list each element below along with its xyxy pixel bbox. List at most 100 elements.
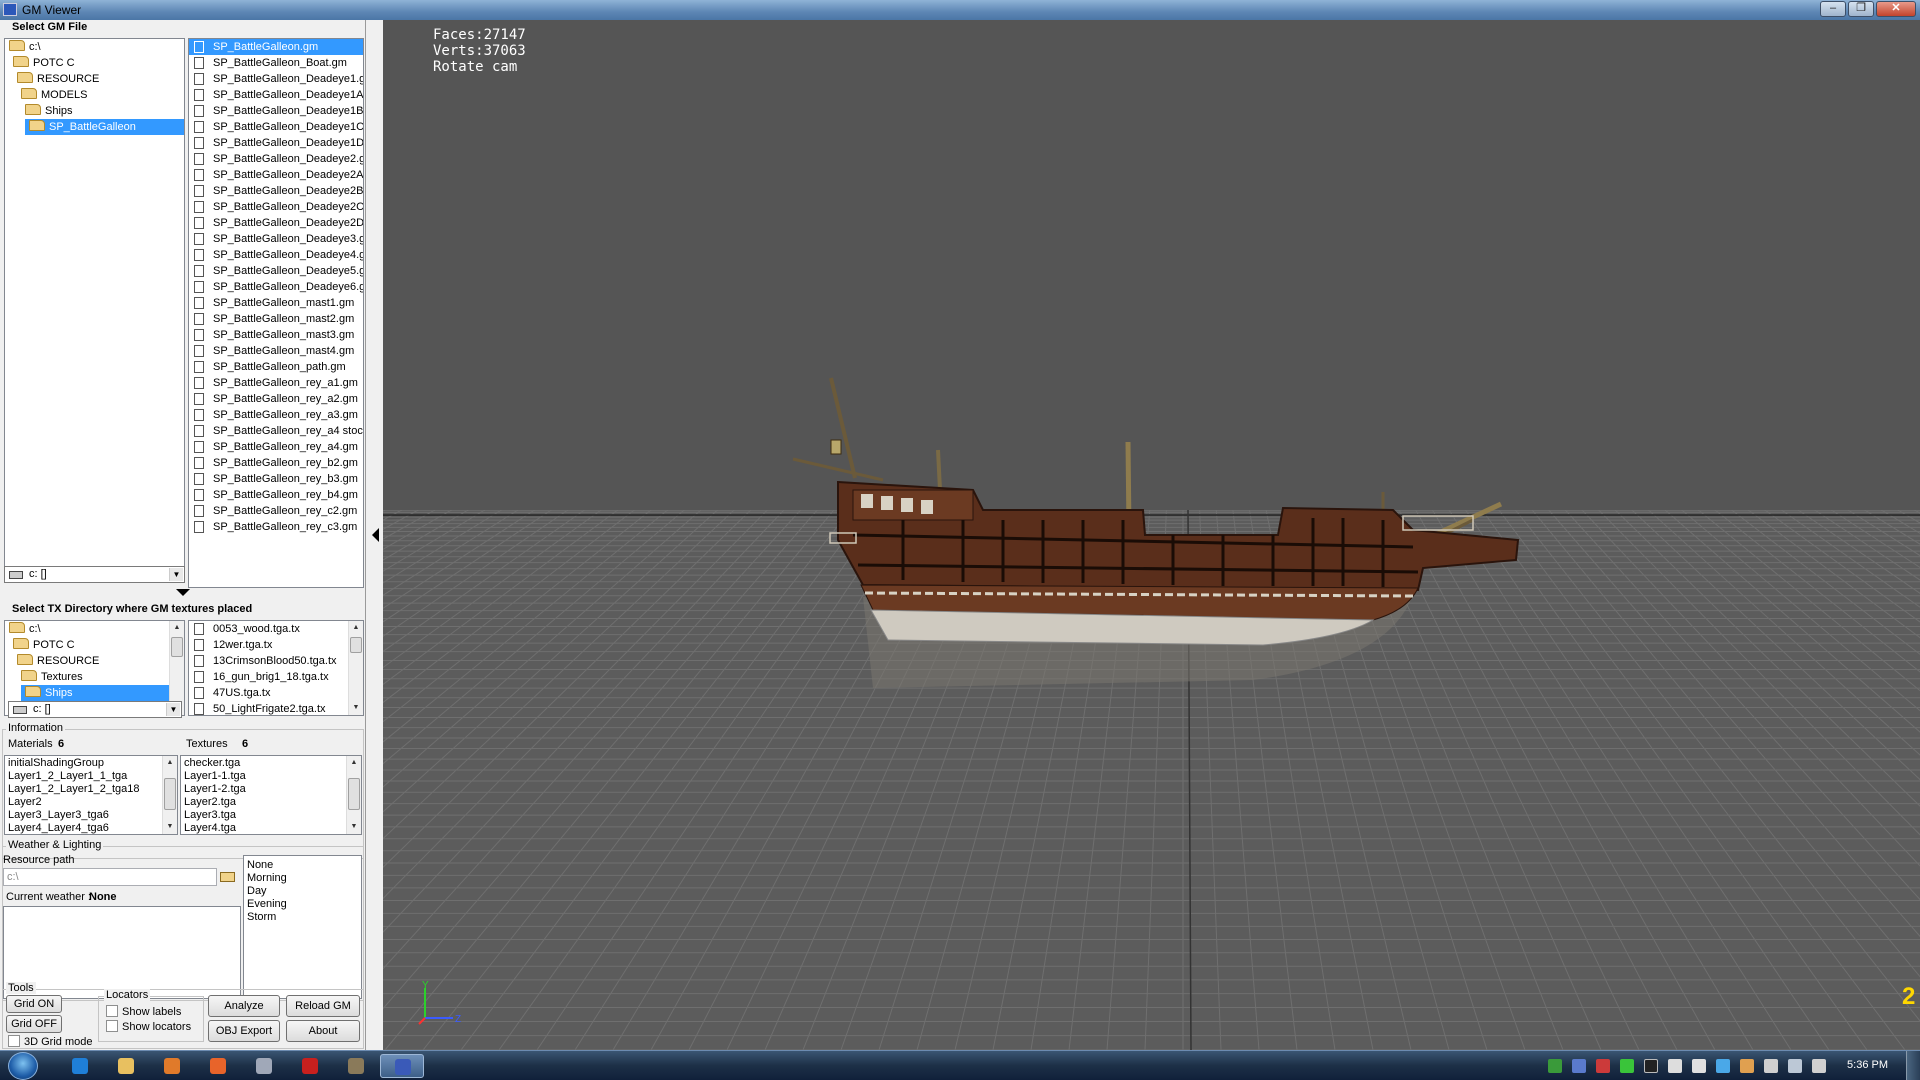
file-list-item[interactable]: 13CrimsonBlood50.tga.tx <box>189 653 348 669</box>
file-list-item[interactable]: SP_BattleGalleon_rey_a4.gm <box>189 439 363 455</box>
file-list-item[interactable]: SP_BattleGalleon_Deadeye1.gr <box>189 71 363 87</box>
file-list-item[interactable]: SP_BattleGalleon_Deadeye2C.g <box>189 199 363 215</box>
texture-item[interactable]: checker.tga <box>181 757 346 770</box>
weather-options-list[interactable]: None Morning Day Evening Storm <box>243 855 362 999</box>
texture-item[interactable]: Layer4.tga <box>181 822 346 834</box>
volume-icon[interactable] <box>1812 1059 1826 1073</box>
folder-tree-item[interactable]: RESOURCE <box>13 653 169 669</box>
file-list-item[interactable]: 0053_wood.tga.tx <box>189 621 348 637</box>
materials-scrollbar[interactable]: ▲ ▼ <box>162 756 177 834</box>
clock[interactable]: 5:36 PM <box>1847 1059 1888 1071</box>
file-list-item[interactable]: SP_BattleGalleon_Deadeye1D.g <box>189 135 363 151</box>
taskbar-app-button[interactable] <box>104 1054 148 1078</box>
textures-list[interactable]: checker.tga Layer1-1.tga Layer1-2.tga Layer… <box>180 755 362 835</box>
folder-tree-item[interactable]: POTC C <box>9 55 184 71</box>
folder-tree-item[interactable]: MODELS <box>17 87 184 103</box>
file-list-item[interactable]: SP_BattleGalleon_Deadeye2D.g <box>189 215 363 231</box>
grid-off-button[interactable]: Grid OFF <box>6 1015 62 1033</box>
weather-option[interactable]: Morning <box>244 872 361 885</box>
file-list-item[interactable]: 16_gun_brig1_18.tga.tx <box>189 669 348 685</box>
tray-home-icon[interactable] <box>1548 1059 1562 1073</box>
file-list-item[interactable]: SP_BattleGalleon_Deadeye1A.g <box>189 87 363 103</box>
taskbar-app-button[interactable] <box>334 1054 378 1078</box>
splitter-arrow-icon[interactable] <box>176 589 190 596</box>
file-list-item[interactable]: SP_BattleGalleon_Deadeye1C.g <box>189 119 363 135</box>
weather-option[interactable]: Evening <box>244 898 361 911</box>
start-button[interactable] <box>8 1052 38 1080</box>
taskbar-app-button[interactable] <box>380 1054 424 1078</box>
material-item[interactable]: Layer1_2_Layer1_2_tga18 <box>5 783 162 796</box>
tray-bluetooth-icon[interactable] <box>1716 1059 1730 1073</box>
checkbox-icon[interactable] <box>8 1035 20 1047</box>
file-list-item[interactable]: SP_BattleGalleon_path.gm <box>189 359 363 375</box>
folder-tree-item[interactable]: SP_BattleGalleon <box>25 119 184 135</box>
file-list-item[interactable]: SP_BattleGalleon_Deadeye4.gr <box>189 247 363 263</box>
materials-list[interactable]: initialShadingGroup Layer1_2_Layer1_1_tga… <box>4 755 178 835</box>
grid-mode-checkbox[interactable]: 3D Grid mode <box>8 1035 92 1048</box>
tx-file-list[interactable]: 0053_wood.tga.tx 12wer.tga.tx 13CrimsonBlo… <box>188 620 364 716</box>
file-list-item[interactable]: SP_BattleGalleon_rey_a3.gm <box>189 407 363 423</box>
file-list-item[interactable]: SP_BattleGalleon_rey_c2.gm <box>189 503 363 519</box>
file-list-item[interactable]: SP_BattleGalleon_Boat.gm <box>189 55 363 71</box>
obj-export-button[interactable]: OBJ Export <box>208 1020 280 1042</box>
scroll-thumb[interactable] <box>164 778 176 810</box>
scroll-up-icon[interactable]: ▲ <box>349 621 363 635</box>
show-desktop-button[interactable] <box>1906 1051 1920 1080</box>
folder-tree-item[interactable]: Ships <box>21 103 184 119</box>
tray-steam-icon[interactable] <box>1668 1059 1682 1073</box>
taskbar-app-button[interactable] <box>196 1054 240 1078</box>
chevron-down-icon[interactable]: ▼ <box>169 568 183 581</box>
file-list-item[interactable]: SP_BattleGalleon_rey_a4 stock <box>189 423 363 439</box>
material-item[interactable]: Layer3_Layer3_tga6 <box>5 809 162 822</box>
folder-tree-item[interactable]: Ships <box>21 685 169 701</box>
scroll-down-icon[interactable]: ▼ <box>163 820 177 834</box>
tx-drive-select[interactable]: c: [] ▼ <box>8 701 182 718</box>
file-list-item[interactable]: SP_BattleGalleon_mast1.gm <box>189 295 363 311</box>
close-button[interactable]: ✕ <box>1876 1 1916 17</box>
weather-option[interactable]: None <box>244 859 361 872</box>
network-icon[interactable] <box>1788 1059 1802 1073</box>
3d-viewport[interactable]: Faces:27147 Verts:37063 Rotate cam Y Z 2 <box>383 20 1920 1050</box>
material-item[interactable]: Layer1_2_Layer1_1_tga <box>5 770 162 783</box>
tray-network-icon[interactable] <box>1572 1059 1586 1073</box>
file-list-item[interactable]: SP_BattleGalleon_rey_b3.gm <box>189 471 363 487</box>
reload-gm-button[interactable]: Reload GM <box>286 995 360 1017</box>
material-item[interactable]: Layer2 <box>5 796 162 809</box>
scroll-thumb[interactable] <box>171 637 183 657</box>
scroll-down-icon[interactable]: ▼ <box>347 820 361 834</box>
file-list-item[interactable]: SP_BattleGalleon_mast3.gm <box>189 327 363 343</box>
weather-option[interactable]: Day <box>244 885 361 898</box>
file-list-item[interactable]: 12wer.tga.tx <box>189 637 348 653</box>
scroll-up-icon[interactable]: ▲ <box>347 756 361 770</box>
tx-files-scrollbar[interactable]: ▲ ▼ <box>348 621 363 715</box>
tray-terminal-icon[interactable] <box>1644 1059 1658 1073</box>
tray-update-icon[interactable] <box>1692 1059 1706 1073</box>
file-list-item[interactable]: 50_LightFrigate2.tga.tx <box>189 701 348 715</box>
folder-tree-item[interactable]: Textures <box>17 669 169 685</box>
show-locators-checkbox[interactable]: Show locators <box>106 1020 191 1033</box>
file-list-item[interactable]: SP_BattleGalleon_rey_b4.gm <box>189 487 363 503</box>
texture-item[interactable]: Layer1-2.tga <box>181 783 346 796</box>
file-list-item[interactable]: SP_BattleGalleon_Deadeye2A.g <box>189 167 363 183</box>
about-button[interactable]: About <box>286 1020 360 1042</box>
file-list-item[interactable]: SP_BattleGalleon_rey_b2.gm <box>189 455 363 471</box>
checkbox-icon[interactable] <box>106 1005 118 1017</box>
textures-scrollbar[interactable]: ▲ ▼ <box>346 756 361 834</box>
file-list-item[interactable]: SP_BattleGalleon_rey_a1.gm <box>189 375 363 391</box>
weather-option[interactable]: Storm <box>244 911 361 924</box>
file-list-item[interactable]: SP_BattleGalleon_Deadeye2B.g <box>189 183 363 199</box>
folder-tree-item[interactable]: POTC C <box>9 637 169 653</box>
checkbox-icon[interactable] <box>106 1020 118 1032</box>
gm-file-list[interactable]: SP_BattleGalleon.gm SP_BattleGalleon_Boat… <box>188 38 364 588</box>
texture-item[interactable]: Layer2.tga <box>181 796 346 809</box>
resource-path-input[interactable]: c:\ <box>3 868 217 886</box>
chevron-down-icon[interactable]: ▼ <box>166 703 180 716</box>
folder-tree-item[interactable]: c:\ <box>5 621 169 637</box>
tray-gear-icon[interactable] <box>1620 1059 1634 1073</box>
scroll-thumb[interactable] <box>350 637 362 653</box>
taskbar-app-button[interactable] <box>242 1054 286 1078</box>
material-item[interactable]: initialShadingGroup <box>5 757 162 770</box>
panel-splitter[interactable] <box>366 20 383 1050</box>
file-list-item[interactable]: SP_BattleGalleon_rey_c3.gm <box>189 519 363 535</box>
file-list-item[interactable]: 47US.tga.tx <box>189 685 348 701</box>
